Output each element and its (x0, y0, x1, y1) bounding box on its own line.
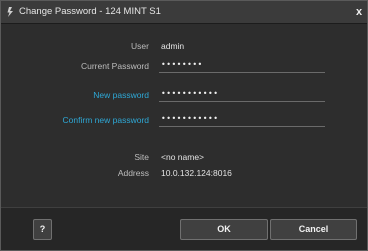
new-password-field[interactable]: ••••••••••• (159, 87, 325, 102)
close-button[interactable]: x (353, 5, 365, 19)
site-label: Site (134, 152, 149, 162)
new-password-label: New password (93, 90, 149, 100)
current-password-row: Current Password •••••••• (1, 58, 367, 74)
address-value: 10.0.132.124:8016 (161, 168, 232, 178)
user-label: User (131, 41, 149, 51)
user-row: User admin (1, 38, 367, 54)
address-label: Address (117, 168, 149, 178)
button-bar: ? OK Cancel (1, 207, 367, 250)
current-password-label: Current Password (80, 61, 149, 71)
ok-button[interactable]: OK (180, 219, 268, 240)
help-button[interactable]: ? (33, 219, 52, 240)
site-value: <no name> (161, 152, 205, 162)
change-password-dialog: Change Password - 124 MINT S1 x User adm… (0, 0, 368, 251)
current-password-field[interactable]: •••••••• (159, 58, 325, 73)
user-value: admin (161, 41, 185, 51)
new-password-row: New password ••••••••••• (1, 87, 367, 103)
site-row: Site <no name> (1, 149, 367, 165)
cancel-button[interactable]: Cancel (270, 219, 357, 240)
confirm-password-label: Confirm new password (62, 115, 149, 125)
confirm-password-row: Confirm new password ••••••••••• (1, 112, 367, 128)
window-title: Change Password - 124 MINT S1 (19, 6, 161, 17)
address-row: Address 10.0.132.124:8016 (1, 165, 367, 181)
title-bar[interactable]: Change Password - 124 MINT S1 x (1, 1, 367, 24)
app-icon (7, 7, 13, 17)
confirm-password-field[interactable]: ••••••••••• (159, 112, 325, 127)
